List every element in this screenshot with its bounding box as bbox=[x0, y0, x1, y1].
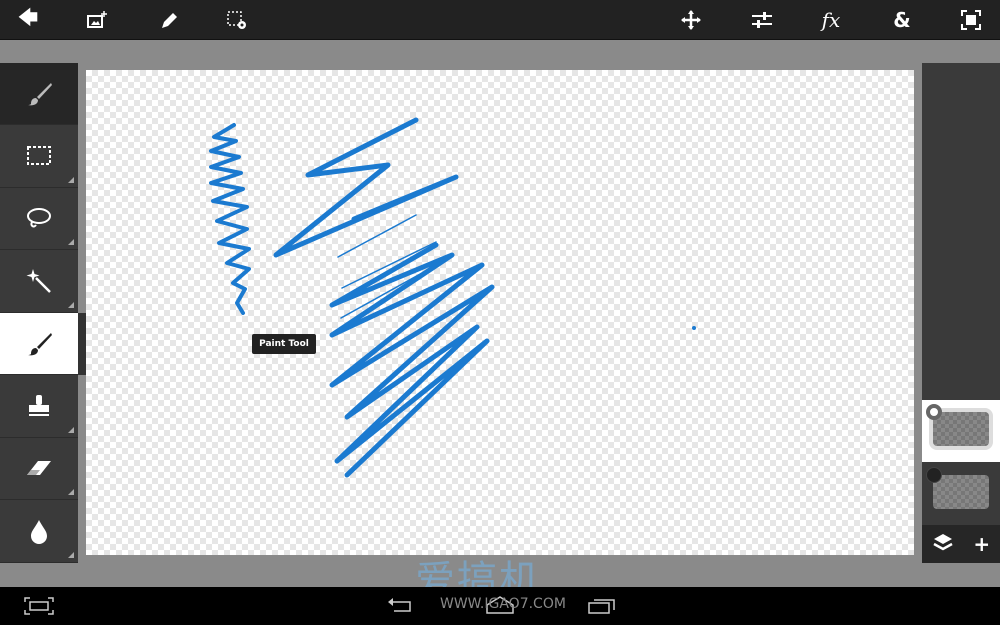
layer-thumbnail bbox=[933, 475, 989, 509]
layer-1[interactable] bbox=[922, 400, 1000, 462]
lasso-icon bbox=[27, 207, 51, 227]
stroke-squiggle bbox=[209, 123, 251, 315]
layers-icon[interactable] bbox=[932, 531, 954, 558]
eraser-icon bbox=[27, 460, 51, 475]
back-arrow-icon[interactable]: 🡄 bbox=[3, 0, 53, 40]
ampersand-icon[interactable]: & bbox=[877, 0, 927, 40]
watermark-url: WWW.IGAO7.COM bbox=[440, 596, 566, 612]
tool-palette bbox=[0, 63, 78, 563]
move-icon[interactable] bbox=[666, 0, 716, 40]
stamp-tool[interactable] bbox=[0, 375, 78, 438]
paint-brush-icon bbox=[28, 332, 52, 355]
eraser-tool[interactable] bbox=[0, 438, 78, 500]
layer-selected-indicator[interactable] bbox=[926, 404, 942, 420]
stroke-zigzag-1 bbox=[273, 117, 459, 258]
brush-icon bbox=[28, 82, 52, 105]
magic-wand-tool[interactable] bbox=[0, 250, 78, 313]
layer-actions: + bbox=[922, 525, 1000, 563]
screenshot-icon[interactable] bbox=[24, 597, 54, 619]
drawing-canvas[interactable] bbox=[86, 70, 914, 555]
recent-apps-icon[interactable] bbox=[588, 597, 616, 619]
blur-tool[interactable] bbox=[0, 500, 78, 563]
fullscreen-icon[interactable] bbox=[946, 0, 996, 40]
top-toolbar: 🡄 fx & bbox=[0, 0, 1000, 40]
fx-icon[interactable]: fx bbox=[806, 0, 856, 40]
lasso-tool[interactable] bbox=[0, 188, 78, 250]
add-image-icon[interactable] bbox=[72, 0, 122, 40]
pencil-icon[interactable] bbox=[143, 0, 193, 40]
stamp-icon bbox=[29, 395, 49, 416]
layer-2[interactable] bbox=[922, 463, 1000, 525]
magic-wand-icon bbox=[26, 269, 51, 293]
brush-tool[interactable] bbox=[0, 63, 78, 125]
droplet-icon bbox=[31, 520, 47, 544]
paint-tool[interactable] bbox=[0, 313, 78, 375]
stroke-zigzag-2 bbox=[329, 242, 495, 478]
paint-strokes bbox=[209, 117, 696, 478]
marquee-icon bbox=[27, 146, 51, 165]
paint-dot bbox=[692, 326, 696, 330]
add-layer-icon[interactable]: + bbox=[973, 532, 990, 556]
back-icon[interactable] bbox=[386, 597, 416, 619]
layer-select-indicator[interactable] bbox=[926, 467, 942, 483]
layer-thumbnail bbox=[933, 412, 989, 446]
layers-panel: + bbox=[922, 63, 1000, 563]
tooltip: Paint Tool bbox=[252, 334, 316, 354]
rect-select-tool[interactable] bbox=[0, 125, 78, 188]
selection-settings-icon[interactable] bbox=[212, 0, 262, 40]
adjustments-icon[interactable] bbox=[737, 0, 787, 40]
